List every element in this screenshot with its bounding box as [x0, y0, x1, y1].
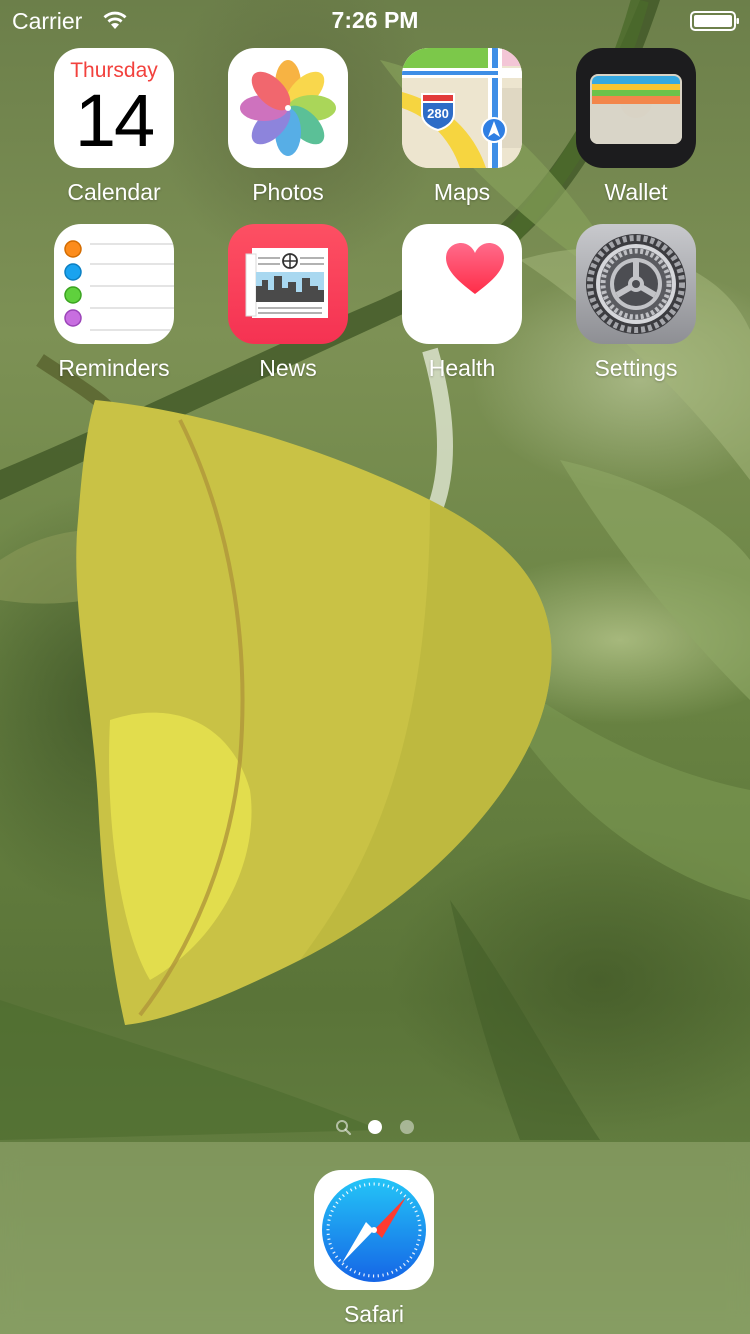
app-maps[interactable]: 280 Maps	[387, 48, 537, 206]
app-label: Safari	[343, 1301, 405, 1327]
settings-icon	[576, 224, 696, 344]
page-dot	[400, 1120, 414, 1134]
app-photos[interactable]: Photos	[213, 48, 363, 206]
app-label: Maps	[433, 179, 491, 205]
health-icon	[402, 224, 522, 344]
dock-app-safari[interactable]: Safari	[299, 1170, 449, 1328]
news-icon	[228, 224, 348, 344]
wallet-icon	[576, 48, 696, 168]
page-dot-current	[368, 1120, 382, 1134]
app-health[interactable]: Health	[387, 224, 537, 382]
app-calendar[interactable]: Thursday 14 Calendar	[39, 48, 189, 206]
page-indicator[interactable]	[0, 1118, 750, 1138]
app-label: Photos	[252, 179, 324, 205]
photos-icon	[228, 48, 348, 168]
status-time: 7:26 PM	[331, 7, 419, 33]
maps-icon: 280	[402, 48, 522, 168]
app-label: Wallet	[604, 179, 668, 205]
app-label: Calendar	[67, 179, 161, 205]
safari-icon	[314, 1170, 434, 1290]
maps-interstate-number: 280	[427, 106, 449, 121]
app-news[interactable]: News	[213, 224, 363, 382]
app-label: Settings	[594, 355, 678, 381]
status-bar: Carrier 7:26 PM	[0, 0, 750, 40]
battery-full-icon	[690, 11, 739, 31]
app-reminders[interactable]: Reminders	[39, 224, 189, 382]
app-label: Reminders	[58, 355, 170, 381]
app-wallet[interactable]: Wallet	[561, 48, 711, 206]
app-label: Health	[428, 355, 496, 381]
calendar-date: 14	[74, 79, 155, 162]
search-page-icon	[336, 1120, 352, 1136]
calendar-icon: Thursday 14	[54, 48, 174, 168]
reminders-icon	[54, 224, 174, 344]
app-settings[interactable]: Settings	[561, 224, 711, 382]
app-label: News	[259, 355, 317, 381]
